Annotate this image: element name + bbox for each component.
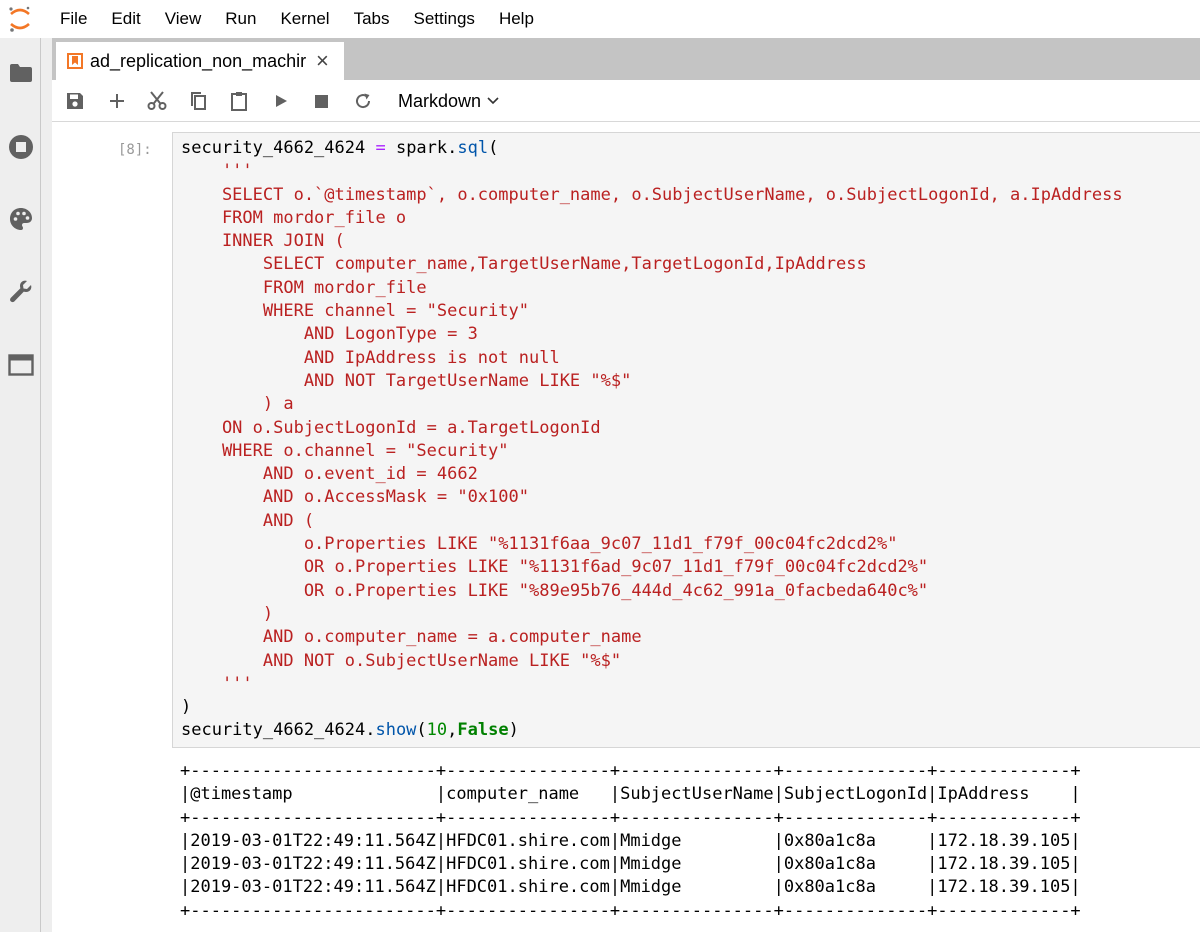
restart-icon[interactable] [350,88,376,114]
paste-icon[interactable] [226,88,252,114]
left-sidebar [0,38,41,932]
code-line: security_4662_4624.show(10,False) [181,720,519,741]
code-line: FROM mordor_file [181,277,427,298]
save-icon[interactable] [62,88,88,114]
code-line: ''' [181,673,253,694]
code-line: WHERE channel = "Security" [181,301,529,322]
jupyterlab-window: File Edit View Run Kernel Tabs Settings … [0,0,1200,932]
code-line: ON o.SubjectLogonId = a.TargetLogonId [181,417,601,438]
menu-kernel[interactable]: Kernel [268,0,341,38]
menu-edit[interactable]: Edit [99,0,152,38]
code-line: OR o.Properties LIKE "%1131f6ad_9c07_11d… [181,557,929,578]
code-line: AND NOT TargetUserName LIKE "%$" [181,370,632,391]
code-content: security_4662_4624 = spark.sql( ''' SELE… [181,137,1123,743]
folder-icon[interactable] [6,58,36,88]
output-line: +------------------------+--------------… [180,807,1081,828]
notebook-panel: [8]: security_4662_4624 = spark.sql( '''… [52,122,1200,932]
sidebar-gutter [41,38,52,932]
wrench-icon[interactable] [6,276,36,306]
code-line: ) [181,603,274,624]
code-line: ) a [181,394,294,415]
copy-icon[interactable] [185,88,211,114]
menu-file[interactable]: File [48,0,99,38]
code-line: AND NOT o.SubjectUserName LIKE "%$" [181,650,622,671]
code-line: AND o.AccessMask = "0x100" [181,487,529,508]
code-line: ) [181,697,192,718]
code-line: AND o.computer_name = a.computer_name [181,627,642,648]
code-line: SELECT o.`@timestamp`, o.computer_name, … [181,184,1123,205]
tabs-icon[interactable] [6,350,36,380]
output-line: |2019-03-01T22:49:11.564Z|HFDC01.shire.c… [180,830,1081,851]
menu-run[interactable]: Run [213,0,268,38]
menu-view[interactable]: View [153,0,214,38]
code-line: SELECT computer_name,TargetUserName,Targ… [181,254,867,275]
add-cell-icon[interactable] [104,88,130,114]
code-line: INNER JOIN ( [181,231,345,252]
menu-settings[interactable]: Settings [402,0,487,38]
chevron-down-icon [487,97,499,105]
code-line: AND IpAddress is not null [181,347,560,368]
menu-help[interactable]: Help [487,0,546,38]
code-line: OR o.Properties LIKE "%89e95b76_444d_4c6… [181,580,929,601]
stop-circle-icon[interactable] [6,132,36,162]
run-icon[interactable] [268,88,294,114]
output-line: |@timestamp |computer_name |SubjectUserN… [180,784,1081,805]
notebook-toolbar: Markdown [52,80,1200,122]
output-line: |2019-03-01T22:49:11.564Z|HFDC01.shire.c… [180,854,1081,875]
output-line: +------------------------+--------------… [180,900,1081,921]
palette-icon[interactable] [6,204,36,234]
cell-type-select[interactable]: Markdown [398,88,499,114]
code-line: FROM mordor_file o [181,207,407,228]
tab-bar: ad_replication_non_machir × [52,38,1200,80]
cell-prompt: [8]: [118,142,152,158]
code-line: o.Properties LIKE "%1131f6aa_9c07_11d1_f… [181,534,898,555]
notebook-icon [67,53,83,69]
cell-output: +------------------------+--------------… [180,760,1081,923]
tab-label: ad_replication_non_machir [90,50,307,71]
tab-notebook[interactable]: ad_replication_non_machir × [56,42,344,80]
output-line: |2019-03-01T22:49:11.564Z|HFDC01.shire.c… [180,877,1081,898]
close-icon[interactable]: × [316,50,329,72]
code-line: ''' [181,161,253,182]
code-line: WHERE o.channel = "Security" [181,440,509,461]
code-line: AND LogonType = 3 [181,324,478,345]
interrupt-icon[interactable] [308,88,334,114]
menu-tabs[interactable]: Tabs [342,0,402,38]
code-line: AND o.event_id = 4662 [181,464,478,485]
cut-icon[interactable] [144,88,170,114]
menu-bar: File Edit View Run Kernel Tabs Settings … [0,0,1200,38]
output-line: +------------------------+--------------… [180,761,1081,781]
jupyter-logo-icon [0,0,40,38]
code-line: AND ( [181,510,315,531]
code-line: security_4662_4624 = spark.sql( [181,138,499,158]
code-cell-editor[interactable]: security_4662_4624 = spark.sql( ''' SELE… [172,132,1200,748]
cell-type-label: Markdown [398,90,482,111]
